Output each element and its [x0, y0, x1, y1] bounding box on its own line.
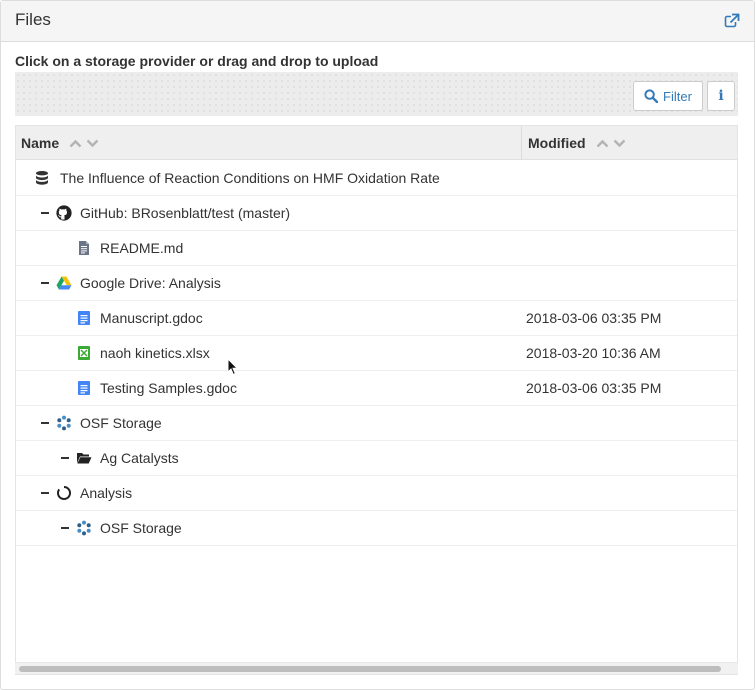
component-circle-icon: [56, 485, 72, 501]
row-name: OSF Storage: [80, 415, 162, 431]
tree-row-project[interactable]: The Influence of Reaction Conditions on …: [16, 161, 737, 196]
row-name: naoh kinetics.xlsx: [100, 345, 210, 361]
grid-header: Name Modified: [16, 126, 737, 160]
info-icon: i: [718, 88, 724, 104]
row-modified: 2018-03-06 03:35 PM: [526, 380, 662, 396]
osf-storage-icon: [76, 520, 92, 536]
name-column-label: Name: [21, 135, 60, 151]
file-tree-grid: Name Modified The Influence of Reaction …: [15, 125, 738, 675]
google-doc-icon: [76, 310, 92, 326]
collapse-toggle-icon[interactable]: [41, 492, 49, 494]
row-name: The Influence of Reaction Conditions on …: [60, 170, 440, 186]
tree-row-ag-catalysts[interactable]: Ag Catalysts: [16, 441, 737, 476]
horizontal-scrollbar[interactable]: [15, 662, 738, 674]
toolbar: Filter i: [15, 72, 738, 116]
text-file-icon: [76, 240, 92, 256]
name-column-header[interactable]: Name: [21, 126, 521, 160]
google-doc-icon: [76, 380, 92, 396]
sort-descending-icon[interactable]: [613, 139, 626, 148]
panel-title: Files: [15, 10, 51, 29]
sort-ascending-icon[interactable]: [596, 139, 609, 148]
row-name: README.md: [100, 240, 184, 256]
sort-ascending-icon[interactable]: [69, 139, 82, 148]
row-name: Testing Samples.gdoc: [100, 380, 237, 396]
row-name: Ag Catalysts: [100, 450, 179, 466]
collapse-toggle-icon[interactable]: [41, 282, 49, 284]
osf-storage-icon: [56, 415, 72, 431]
tree-row-manuscript[interactable]: Manuscript.gdoc 2018-03-06 03:35 PM: [16, 301, 737, 336]
row-name: Manuscript.gdoc: [100, 310, 203, 326]
external-link-icon[interactable]: [724, 13, 740, 29]
modified-column-header[interactable]: Modified: [521, 126, 737, 160]
tree-row-readme[interactable]: README.md: [16, 231, 737, 266]
panel-header: Files: [1, 1, 754, 42]
google-drive-icon: [56, 275, 72, 291]
row-name: Analysis: [80, 485, 133, 501]
tree-row-analysis[interactable]: Analysis: [16, 476, 737, 511]
collapse-toggle-icon[interactable]: [61, 457, 69, 459]
sort-descending-icon[interactable]: [86, 139, 99, 148]
database-icon: [34, 170, 50, 186]
row-modified: 2018-03-20 10:36 AM: [526, 345, 661, 361]
info-button[interactable]: i: [707, 81, 735, 111]
github-icon: [56, 205, 72, 221]
filter-button[interactable]: Filter: [633, 81, 703, 111]
folder-open-icon: [76, 450, 92, 466]
scrollbar-thumb[interactable]: [19, 666, 721, 672]
modified-column-label: Modified: [528, 135, 586, 151]
tree-row-analysis-osf-storage[interactable]: OSF Storage: [16, 511, 737, 546]
name-sort-controls: [69, 139, 99, 148]
modified-sort-controls: [596, 139, 626, 148]
row-name: GitHub: BRosenblatt/test (master): [80, 205, 291, 221]
collapse-toggle-icon[interactable]: [61, 527, 69, 529]
tree-row-github[interactable]: GitHub: BRosenblatt/test (master): [16, 196, 737, 231]
row-modified: 2018-03-06 03:35 PM: [526, 310, 662, 326]
tree-row-testing-samples[interactable]: Testing Samples.gdoc 2018-03-06 03:35 PM: [16, 371, 737, 406]
tree-row-naoh-kinetics[interactable]: naoh kinetics.xlsx 2018-03-20 10:36 AM: [16, 336, 737, 371]
upload-hint: Click on a storage provider or drag and …: [15, 53, 379, 69]
file-tree-rows: The Influence of Reaction Conditions on …: [16, 161, 737, 546]
spreadsheet-icon: [76, 345, 92, 361]
filter-label: Filter: [663, 88, 692, 104]
tree-row-google-drive[interactable]: Google Drive: Analysis: [16, 266, 737, 301]
collapse-toggle-icon[interactable]: [41, 212, 49, 214]
row-name: OSF Storage: [100, 520, 182, 536]
collapse-toggle-icon[interactable]: [41, 422, 49, 424]
search-icon: [644, 89, 659, 103]
tree-row-osf-storage[interactable]: OSF Storage: [16, 406, 737, 441]
row-name: Google Drive: Analysis: [80, 275, 221, 291]
